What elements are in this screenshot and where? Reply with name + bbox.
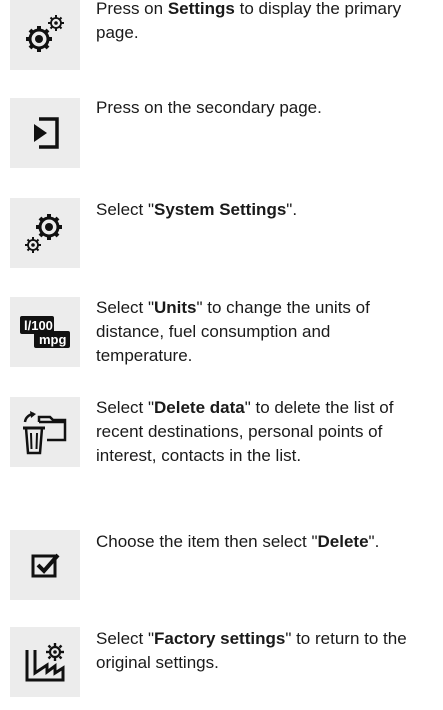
step-text: Press on Settings to display the primary… — [96, 0, 441, 45]
step-text-before: Select " — [96, 398, 155, 417]
step-text-bold: System Settings — [154, 200, 287, 219]
step-text-bold: Delete — [317, 532, 369, 551]
step-text-after: ". — [286, 200, 298, 219]
settings-gears-icon — [10, 0, 80, 70]
step-text-before: Select " — [96, 200, 155, 219]
factory-settings-icon — [10, 627, 80, 697]
step-text: Select "Factory settings" to return to t… — [96, 627, 416, 675]
step-text-before: Choose the item then select " — [96, 532, 318, 551]
step-text: Press on the secondary page. — [96, 96, 441, 120]
step-text: Select "System Settings". — [96, 198, 441, 222]
step-text-before: Press on the secondary page. — [96, 98, 322, 117]
step-text-bold: Units — [154, 298, 197, 317]
step-text-bold: Factory settings — [154, 629, 286, 648]
step-text: Choose the item then select "Delete". — [96, 530, 441, 554]
step-text-bold: Delete data — [154, 398, 245, 417]
units-icon-top-label: l/100 — [24, 318, 53, 333]
system-settings-icon — [10, 198, 80, 268]
delete-data-icon — [10, 397, 80, 467]
units-icon: l/100 mpg — [10, 297, 80, 367]
step-text-before: Press on — [96, 0, 168, 18]
step-text-after: ". — [368, 532, 380, 551]
units-icon-bottom-label: mpg — [39, 332, 67, 347]
secondary-page-icon — [10, 98, 80, 168]
checkbox-checked-icon — [10, 530, 80, 600]
step-text-bold: Settings — [167, 0, 235, 18]
step-text: Select "Units" to change the units of di… — [96, 296, 396, 368]
step-text-before: Select " — [96, 298, 155, 317]
step-text: Select "Delete data" to delete the list … — [96, 396, 441, 468]
step-text-before: Select " — [96, 629, 155, 648]
